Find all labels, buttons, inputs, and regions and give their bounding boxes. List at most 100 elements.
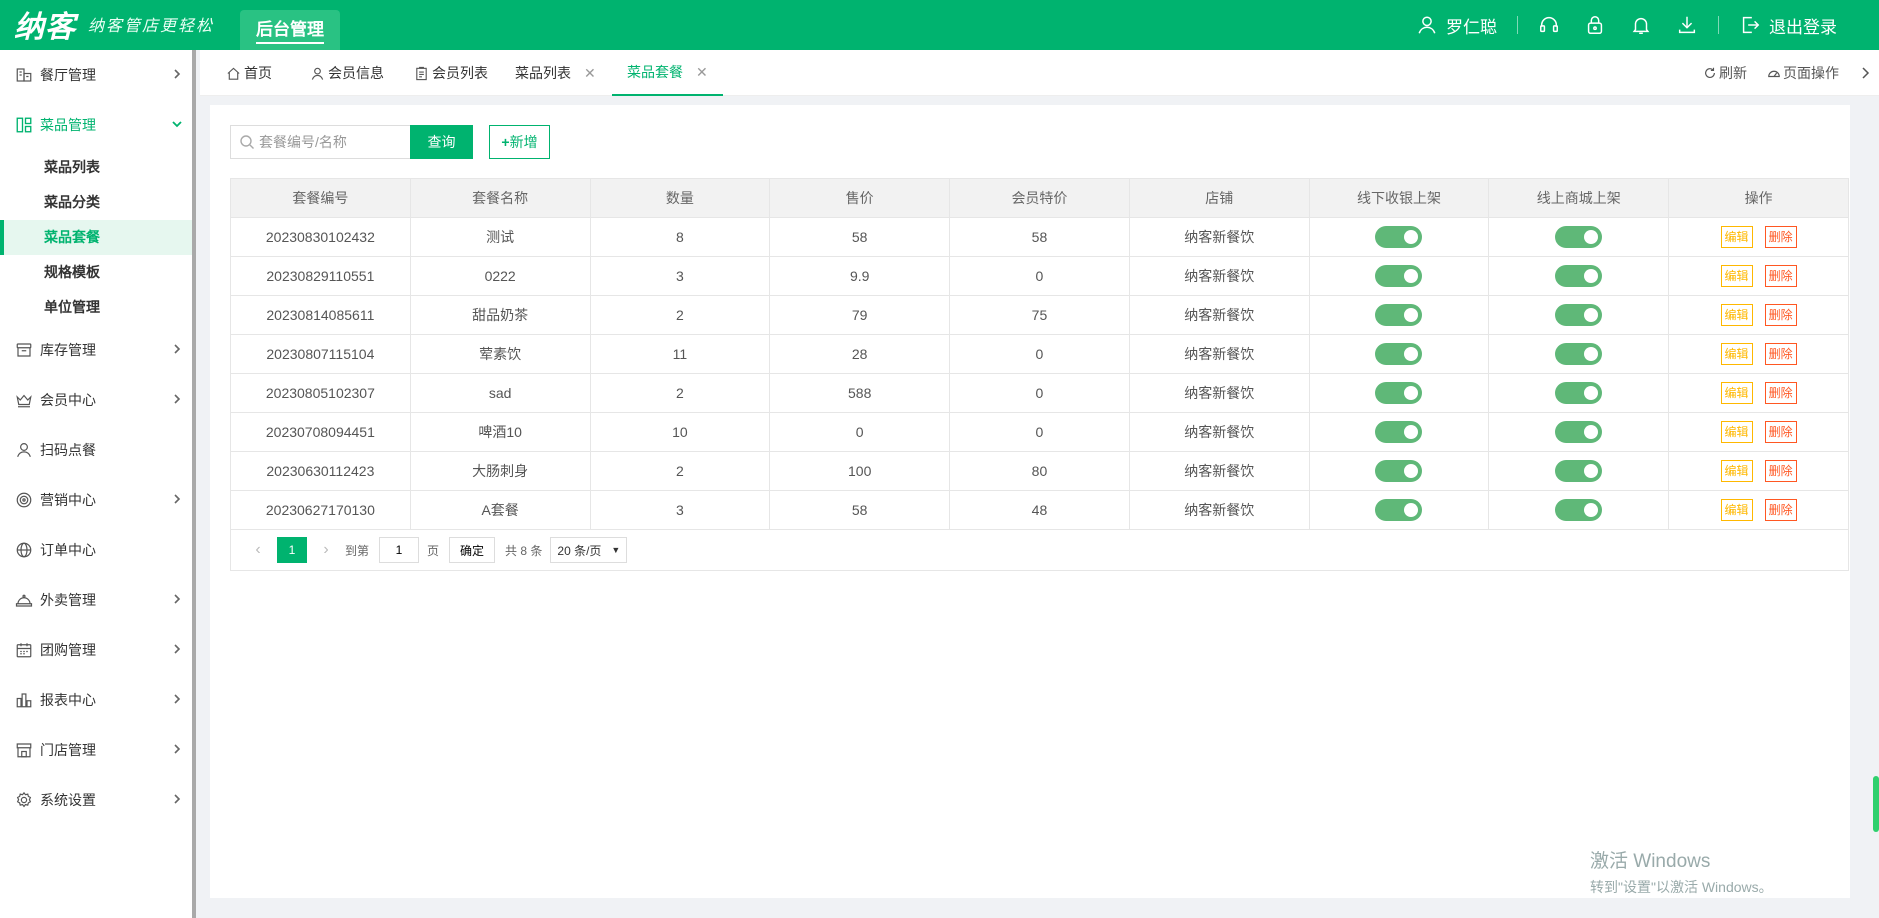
cell-shop: 纳客新餐饮: [1128, 256, 1310, 296]
edit-button[interactable]: 编辑: [1720, 382, 1753, 404]
sidebar-item-inventory[interactable]: 库存管理: [0, 325, 192, 375]
calendar-icon: [14, 640, 34, 660]
edit-button[interactable]: 编辑: [1720, 460, 1753, 482]
online-listing-toggle[interactable]: [1555, 226, 1603, 248]
toggle-knob: [1584, 308, 1599, 322]
delete-button[interactable]: 删除: [1764, 421, 1797, 443]
sidebar-subitem-dish-combo[interactable]: 菜品套餐: [0, 220, 192, 255]
sidebar-item-marketing[interactable]: 营销中心: [0, 475, 192, 525]
edit-button[interactable]: 编辑: [1720, 304, 1753, 326]
user-icon: [14, 440, 34, 460]
cell-code: 20230814085611: [230, 295, 411, 335]
offline-listing-toggle[interactable]: [1375, 499, 1423, 521]
query-button[interactable]: 查询: [410, 125, 473, 159]
toggle-knob: [1584, 425, 1599, 439]
chevron-right-icon[interactable]: [1859, 66, 1871, 80]
sidebar-subitem-spec-template[interactable]: 规格模板: [0, 255, 192, 290]
cell-actions: 编辑 删除: [1668, 256, 1849, 296]
online-listing-toggle[interactable]: [1555, 499, 1603, 521]
edit-button[interactable]: 编辑: [1720, 343, 1753, 365]
add-button[interactable]: +新增: [489, 125, 550, 159]
prev-page-icon[interactable]: ‹: [243, 541, 273, 559]
goto-confirm-button[interactable]: 确定: [449, 537, 496, 563]
delete-button[interactable]: 删除: [1764, 343, 1797, 365]
sidebar-item-reports[interactable]: 报表中心: [0, 675, 192, 725]
toggle-knob: [1404, 464, 1419, 478]
download-button[interactable]: [1664, 14, 1710, 36]
lock-button[interactable]: [1572, 14, 1618, 36]
edit-button[interactable]: 编辑: [1720, 499, 1753, 521]
edit-button[interactable]: 编辑: [1720, 226, 1753, 248]
top-tab-admin[interactable]: 后台管理: [240, 10, 340, 50]
tab-member-info[interactable]: 会员信息: [310, 50, 384, 96]
online-listing-toggle[interactable]: [1555, 382, 1603, 404]
tab-member-list[interactable]: 会员列表: [414, 50, 488, 96]
column-header: 线下收银上架: [1308, 178, 1490, 218]
offline-listing-toggle[interactable]: [1375, 343, 1423, 365]
goto-page-input[interactable]: [379, 537, 420, 563]
toggle-knob: [1404, 230, 1419, 244]
online-listing-toggle[interactable]: [1555, 304, 1603, 326]
column-header: 套餐编号: [230, 178, 411, 218]
pagination: ‹ 1 › 到第 页 确定 共 8 条 20 条/页 ▼: [230, 530, 1849, 571]
delete-button[interactable]: 删除: [1764, 499, 1797, 521]
sidebar-subitem-unit[interactable]: 单位管理: [0, 290, 192, 325]
close-icon[interactable]: ✕: [696, 49, 708, 95]
sidebar-subitem-dish-list[interactable]: 菜品列表: [0, 150, 192, 185]
current-page[interactable]: 1: [277, 537, 307, 563]
delete-button[interactable]: 删除: [1764, 304, 1797, 326]
cell-price: 100: [769, 451, 951, 491]
user-menu[interactable]: 罗仁聪: [1404, 13, 1509, 38]
logout-button[interactable]: 退出登录: [1727, 13, 1849, 38]
page-ops-button[interactable]: 页面操作: [1767, 63, 1839, 83]
offline-listing-toggle[interactable]: [1375, 382, 1423, 404]
edit-button[interactable]: 编辑: [1720, 265, 1753, 287]
close-icon[interactable]: ✕: [584, 50, 596, 96]
delete-button[interactable]: 删除: [1764, 382, 1797, 404]
tab-dish-combo[interactable]: 菜品套餐 ✕: [612, 50, 723, 96]
offline-listing-toggle[interactable]: [1375, 421, 1423, 443]
delete-button[interactable]: 删除: [1764, 460, 1797, 482]
online-listing-toggle[interactable]: [1555, 265, 1603, 287]
column-header: 操作: [1668, 178, 1849, 218]
sidebar-item-group-buy[interactable]: 团购管理: [0, 625, 192, 675]
windows-activation-watermark: 激活 Windows 转到"设置"以激活 Windows。: [1590, 846, 1773, 897]
tab-dish-list[interactable]: 菜品列表 ✕: [515, 50, 596, 96]
scrollbar[interactable]: [1873, 776, 1879, 832]
sidebar-item-restaurant[interactable]: 餐厅管理: [0, 50, 192, 100]
download-icon: [1676, 14, 1698, 36]
sidebar-item-takeaway[interactable]: 外卖管理: [0, 575, 192, 625]
tab-home[interactable]: 首页: [226, 50, 272, 96]
sidebar-item-orders[interactable]: 订单中心: [0, 525, 192, 575]
edit-button[interactable]: 编辑: [1720, 421, 1753, 443]
notification-button[interactable]: [1618, 14, 1664, 36]
refresh-button[interactable]: 刷新: [1703, 63, 1747, 83]
page-size-select[interactable]: 20 条/页 ▼: [550, 537, 628, 563]
chevron-right-icon: [174, 69, 181, 79]
sidebar-item-label: 会员中心: [40, 392, 96, 408]
cell-online-on: [1488, 256, 1670, 296]
support-button[interactable]: [1526, 14, 1572, 36]
brand-logo[interactable]: 纳客 纳客管店更轻松: [14, 6, 214, 44]
table-body: 20230830102432 测试 8 58 58 纳客新餐饮 编辑 删除 2023082911…: [230, 217, 1849, 530]
offline-listing-toggle[interactable]: [1375, 304, 1423, 326]
delete-button[interactable]: 删除: [1764, 265, 1797, 287]
sidebar-item-scan-order[interactable]: 扫码点餐: [0, 425, 192, 475]
table-header-row: 套餐编号 套餐名称 数量 售价 会员特价 店铺 线下收银上架 线上商城上架 操作: [230, 178, 1849, 218]
offline-listing-toggle[interactable]: [1375, 460, 1423, 482]
chevron-right-icon: [174, 394, 181, 404]
sidebar-item-member[interactable]: 会员中心: [0, 375, 192, 425]
online-listing-toggle[interactable]: [1555, 421, 1603, 443]
offline-listing-toggle[interactable]: [1375, 226, 1423, 248]
online-listing-toggle[interactable]: [1555, 343, 1603, 365]
sidebar-subitem-dish-category[interactable]: 菜品分类: [0, 185, 192, 220]
offline-listing-toggle[interactable]: [1375, 265, 1423, 287]
next-page-icon[interactable]: ›: [311, 541, 341, 559]
sidebar-item-settings[interactable]: 系统设置: [0, 775, 192, 825]
online-listing-toggle[interactable]: [1555, 460, 1603, 482]
sidebar-item-stores[interactable]: 门店管理: [0, 725, 192, 775]
delete-button[interactable]: 删除: [1764, 226, 1797, 248]
cell-price: 79: [769, 295, 951, 335]
search-input[interactable]: [259, 134, 409, 150]
sidebar-item-dishes[interactable]: 菜品管理: [0, 100, 192, 150]
